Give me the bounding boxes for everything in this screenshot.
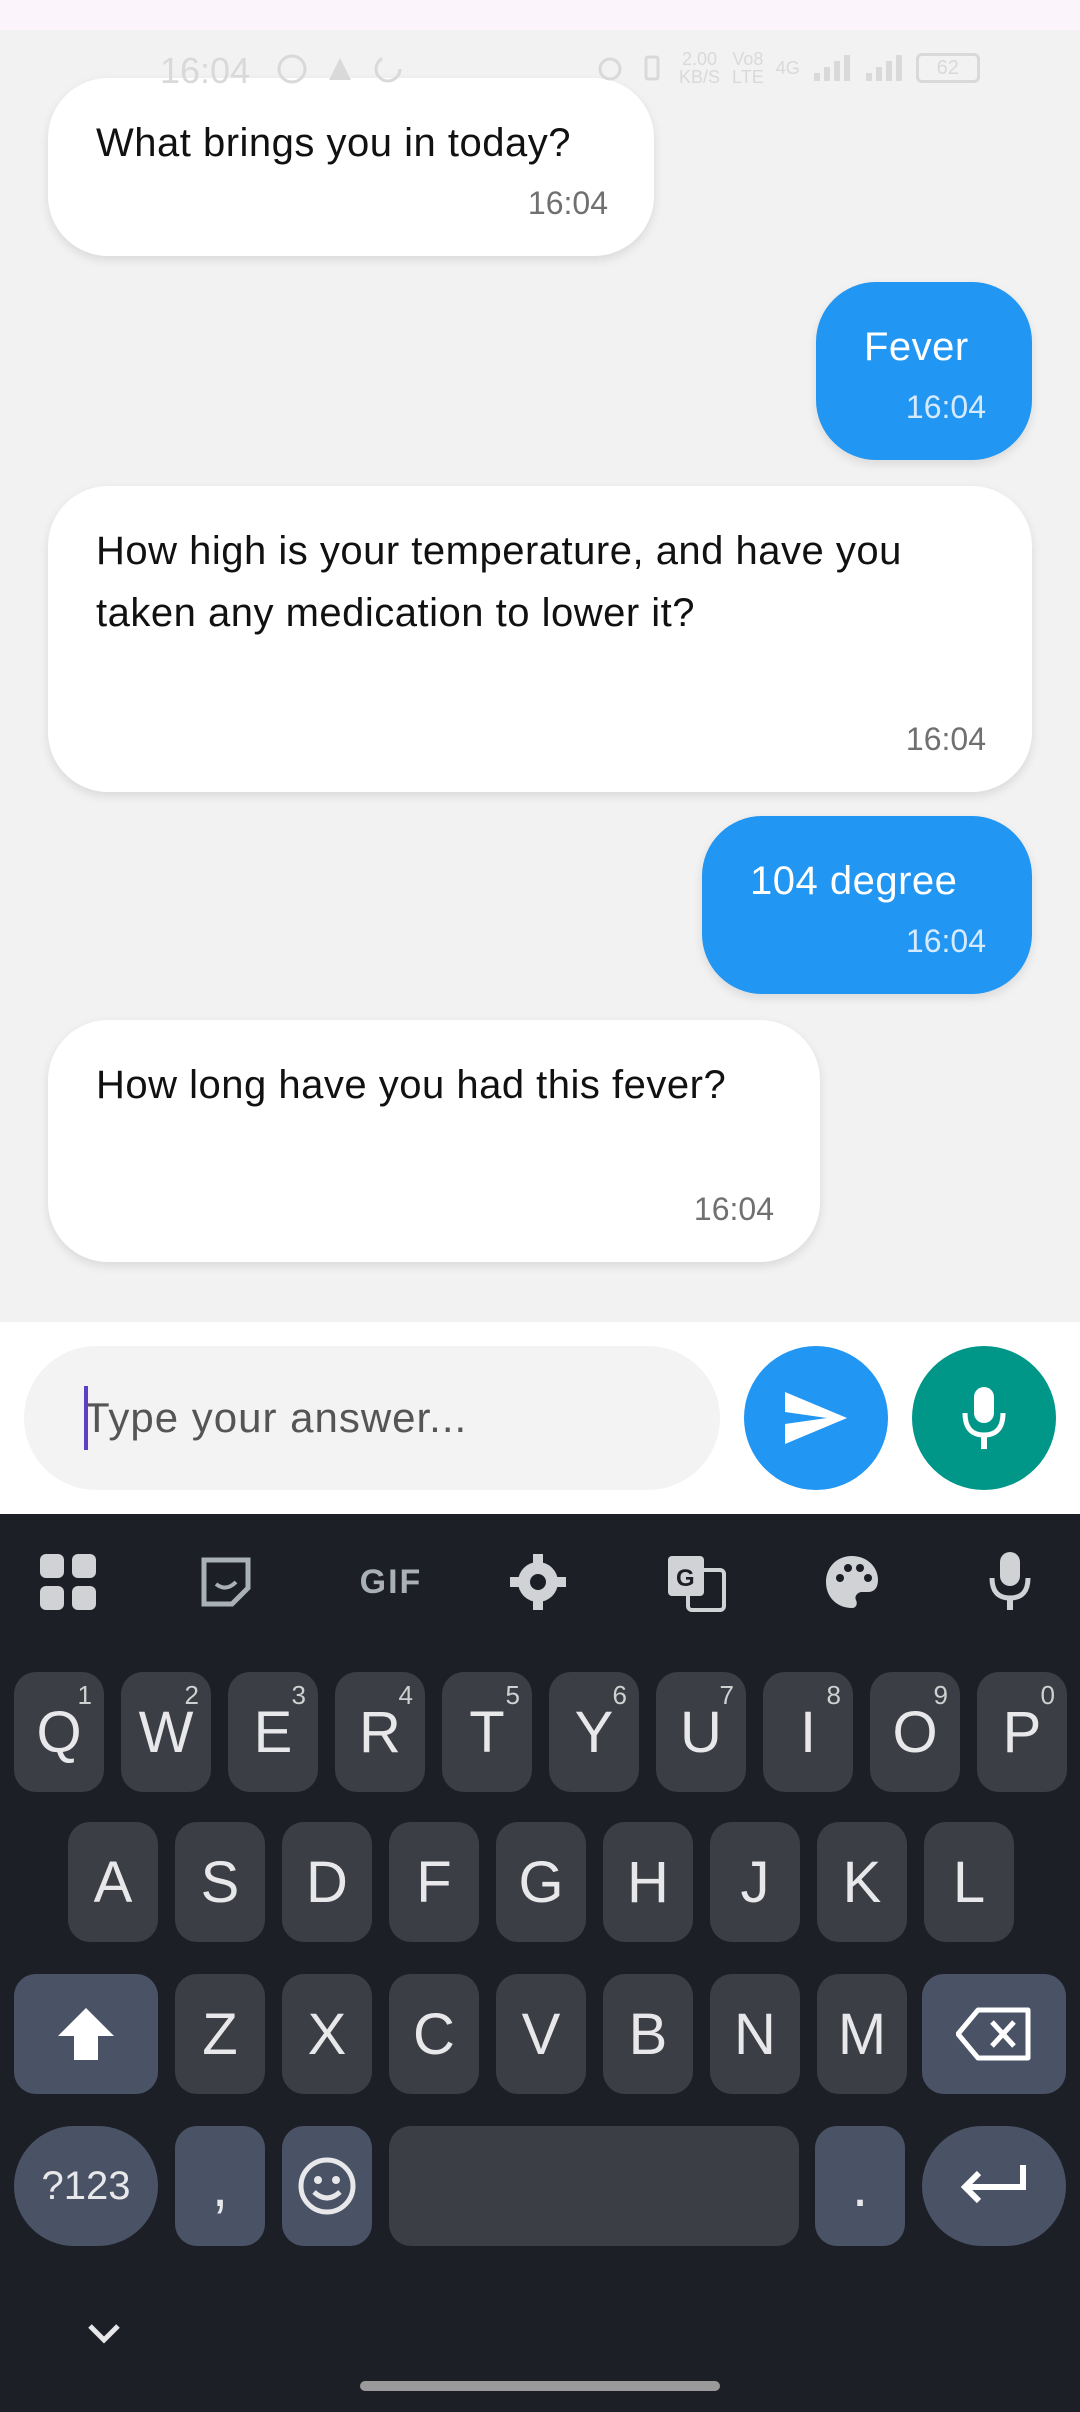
status-bar: 16:04 2.00 KB/S Vo8 LTE 4G 62 <box>0 42 1080 98</box>
key-s[interactable]: S <box>175 1822 265 1942</box>
vibrate-icon <box>644 55 660 81</box>
comma-key[interactable]: , <box>175 2126 265 2246</box>
key-o[interactable]: O9 <box>870 1672 960 1792</box>
key-z[interactable]: Z <box>175 1974 265 2094</box>
key-p[interactable]: P0 <box>977 1672 1067 1792</box>
volte-indicator: Vo8 LTE <box>732 49 764 87</box>
emoji-icon <box>298 2157 356 2215</box>
key-h[interactable]: H <box>603 1822 693 1942</box>
message-time: 16:04 <box>905 923 986 959</box>
message-time: 16:04 <box>693 1191 774 1227</box>
palette-icon[interactable] <box>820 1550 884 1614</box>
chat-area[interactable]: What brings you in today? 16:04 Fever 16… <box>0 0 1080 1322</box>
battery-indicator: 62 <box>915 53 980 83</box>
key-e[interactable]: E3 <box>228 1672 318 1792</box>
key-a[interactable]: A <box>68 1822 158 1942</box>
backspace-key[interactable] <box>922 1974 1066 2094</box>
settings-gear-icon[interactable] <box>506 1550 570 1614</box>
text-cursor <box>84 1386 88 1450</box>
message-time: 16:04 <box>905 389 986 425</box>
keyboard-mic-icon[interactable] <box>978 1550 1042 1614</box>
signal-icon-2 <box>865 55 902 81</box>
key-k[interactable]: K <box>817 1822 907 1942</box>
message-text: How high is your temperature, and have y… <box>96 529 902 635</box>
message-text: How long have you had this fever? <box>96 1063 727 1107</box>
net-speed: 2.00 KB/S <box>679 49 721 87</box>
period-key[interactable]: . <box>815 2126 905 2246</box>
key-f[interactable]: F <box>389 1822 479 1942</box>
soft-keyboard: GIF G Q1 W2 E3 R4 T5 Y6 U7 I8 O9 P0 A S … <box>0 1514 1080 2412</box>
enter-icon <box>960 2165 1026 2204</box>
bot-message: What brings you in today? 16:04 <box>48 78 654 256</box>
voice-input-button[interactable] <box>912 1346 1056 1490</box>
key-u[interactable]: U7 <box>656 1672 746 1792</box>
user-message: Fever 16:04 <box>816 282 1032 460</box>
notification-icons <box>275 52 405 86</box>
system-indicators: 2.00 KB/S Vo8 LTE 4G 62 <box>595 50 980 86</box>
user-message: 104 degree 16:04 <box>702 816 1032 994</box>
symbols-key[interactable]: ?123 <box>14 2126 158 2246</box>
key-i[interactable]: I8 <box>763 1672 853 1792</box>
apps-grid-icon[interactable] <box>36 1550 100 1614</box>
emoji-key[interactable] <box>282 2126 372 2246</box>
key-r[interactable]: R4 <box>335 1672 425 1792</box>
key-w[interactable]: W2 <box>121 1672 211 1792</box>
mic-icon <box>962 1387 1006 1449</box>
shift-icon <box>58 2008 114 2060</box>
send-icon <box>785 1392 847 1444</box>
network-type: 4G <box>775 58 800 78</box>
key-y[interactable]: Y6 <box>549 1672 639 1792</box>
status-time: 16:04 <box>160 50 251 91</box>
key-l[interactable]: L <box>924 1822 1014 1942</box>
answer-input-bar <box>0 1322 1080 1514</box>
app-notification-icon <box>329 58 351 80</box>
key-g[interactable]: G <box>496 1822 586 1942</box>
sticker-icon[interactable] <box>194 1550 258 1614</box>
space-bar[interactable] <box>389 2126 799 2246</box>
alarm-icon <box>598 57 622 81</box>
shift-key[interactable] <box>14 1974 158 2094</box>
svg-text:G: G <box>676 1565 695 1592</box>
answer-input[interactable] <box>24 1346 720 1490</box>
message-time: 16:04 <box>905 721 986 757</box>
key-c[interactable]: C <box>389 1974 479 2094</box>
key-m[interactable]: M <box>817 1974 907 2094</box>
bot-message: How high is your temperature, and have y… <box>48 486 1032 792</box>
message-text: 104 degree <box>750 859 958 903</box>
message-text: What brings you in today? <box>96 121 571 165</box>
message-text: Fever <box>864 325 969 369</box>
key-v[interactable]: V <box>496 1974 586 2094</box>
hide-keyboard-chevron-icon[interactable] <box>80 2310 128 2358</box>
message-time: 16:04 <box>527 185 608 221</box>
key-j[interactable]: J <box>710 1822 800 1942</box>
send-button[interactable] <box>744 1346 888 1490</box>
keyboard-toolbar: GIF G <box>0 1514 1080 1646</box>
whatsapp-icon <box>277 54 307 84</box>
backspace-icon <box>956 2007 1031 2061</box>
loading-icon <box>374 55 402 83</box>
translate-icon[interactable]: G <box>664 1550 728 1614</box>
key-d[interactable]: D <box>282 1822 372 1942</box>
key-t[interactable]: T5 <box>442 1672 532 1792</box>
enter-key[interactable] <box>922 2126 1066 2246</box>
key-x[interactable]: X <box>282 1974 372 2094</box>
gif-button[interactable]: GIF <box>346 1550 436 1614</box>
key-q[interactable]: Q1 <box>14 1672 104 1792</box>
key-n[interactable]: N <box>710 1974 800 2094</box>
home-indicator[interactable] <box>360 2381 720 2391</box>
key-b[interactable]: B <box>603 1974 693 2094</box>
bot-message: How long have you had this fever? 16:04 <box>48 1020 820 1262</box>
signal-icon <box>813 55 850 81</box>
